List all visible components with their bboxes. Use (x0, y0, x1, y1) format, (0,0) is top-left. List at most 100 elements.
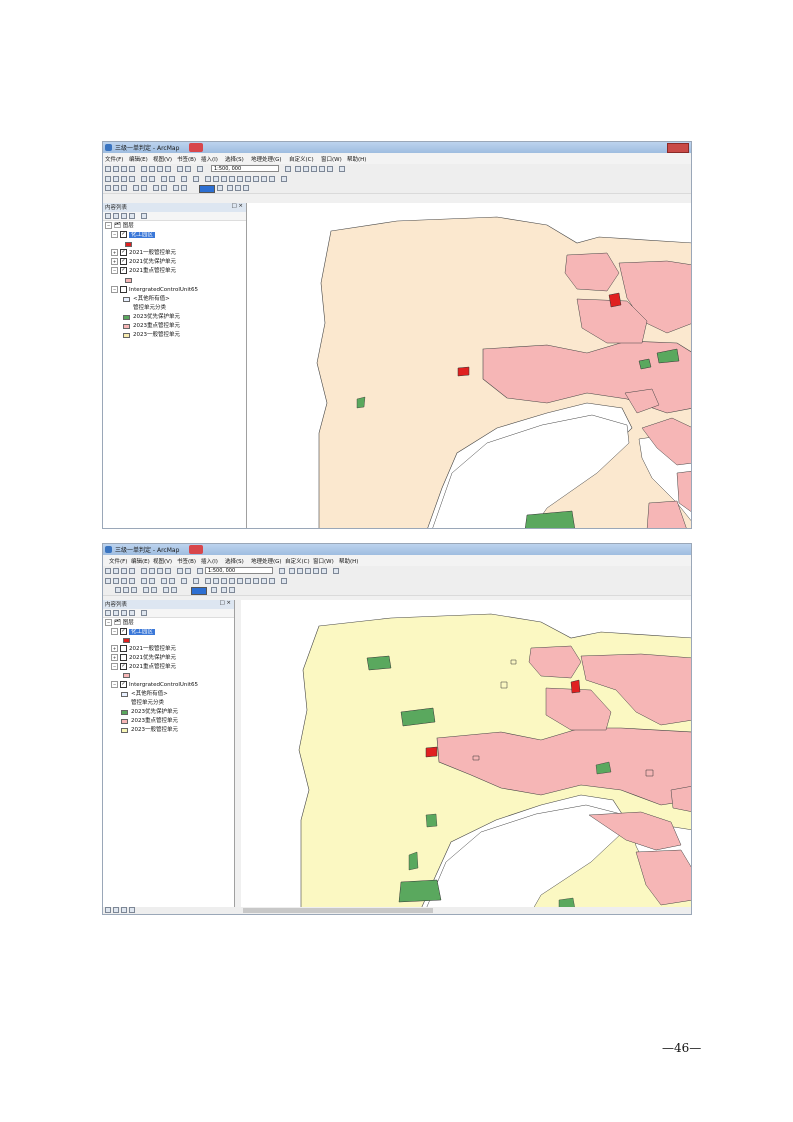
toc-icon[interactable] (295, 166, 301, 172)
delete-icon[interactable] (165, 568, 171, 574)
line-color-icon[interactable] (217, 185, 223, 191)
paste-icon[interactable] (157, 166, 163, 172)
arctoolbox-icon[interactable] (319, 166, 325, 172)
add-data-icon[interactable] (197, 166, 203, 172)
draw-icon[interactable] (115, 587, 121, 593)
fixed-zoom-out-icon[interactable] (149, 578, 155, 584)
catalog-icon[interactable] (297, 568, 303, 574)
menu-view[interactable]: 视图(V) (153, 557, 172, 565)
options-icon[interactable] (141, 213, 147, 219)
find-route-icon[interactable] (253, 176, 259, 182)
collapse-icon[interactable]: − (111, 663, 118, 670)
zoom-in-icon[interactable] (105, 578, 111, 584)
clear-selection-icon[interactable] (193, 176, 199, 182)
order-icon[interactable] (171, 587, 177, 593)
new-icon[interactable] (105, 166, 111, 172)
identify-icon[interactable] (213, 578, 219, 584)
open-icon[interactable] (113, 166, 119, 172)
menu-customize[interactable]: 自定义(C) (285, 557, 310, 565)
font-color-icon[interactable] (227, 185, 233, 191)
python-icon[interactable] (327, 166, 333, 172)
layer-checkbox[interactable] (120, 286, 127, 293)
find-route-icon[interactable] (253, 578, 259, 584)
menu-file[interactable]: 文件(F) (105, 155, 123, 163)
goto-xy-icon[interactable] (261, 176, 267, 182)
menu-geoprocessing[interactable]: 地理处理(G) (251, 557, 282, 565)
pause-icon[interactable] (129, 907, 135, 913)
full-extent-icon[interactable] (129, 578, 135, 584)
clear-selection-icon[interactable] (193, 578, 199, 584)
rotate-icon[interactable] (113, 185, 119, 191)
select-features-icon[interactable] (181, 176, 187, 182)
map-view[interactable] (241, 600, 691, 909)
layer-integrated-unit[interactable]: − ✓ IntergratedControlUnit65 (111, 681, 198, 689)
collapse-icon[interactable]: − (111, 286, 118, 293)
scale-input[interactable]: 1:500, 000 (211, 165, 279, 172)
viewer-icon[interactable] (281, 176, 287, 182)
fixed-zoom-out-icon[interactable] (149, 176, 155, 182)
list-by-drawing-order-icon[interactable] (105, 610, 111, 616)
layer-checkbox[interactable]: ✓ (120, 249, 127, 256)
catalog-icon[interactable] (303, 166, 309, 172)
menu-view[interactable]: 视图(V) (153, 155, 172, 163)
distribute-icon[interactable] (151, 587, 157, 593)
marker-icon[interactable] (229, 587, 235, 593)
menu-file[interactable]: 文件(F) (109, 557, 127, 565)
redo-icon[interactable] (185, 166, 191, 172)
collapse-icon[interactable]: − (111, 231, 118, 238)
select-elements-icon[interactable] (205, 578, 211, 584)
layer-key-2021[interactable]: − ✓ 2021重点管控单元 (111, 663, 176, 671)
full-extent-icon[interactable] (129, 176, 135, 182)
model-builder-icon[interactable] (333, 568, 339, 574)
html-popup-icon[interactable] (229, 176, 235, 182)
fixed-zoom-in-icon[interactable] (141, 176, 147, 182)
zoom-out-icon[interactable] (113, 578, 119, 584)
layer-general-2021[interactable]: + ✓ 2021一般管控单元 (111, 249, 176, 257)
layer-chem-park[interactable]: − ✓ 化工园区 (111, 628, 156, 636)
expand-icon[interactable]: + (111, 258, 118, 265)
undo-icon[interactable] (177, 568, 183, 574)
layer-integrated-unit[interactable]: − IntergratedControlUnit65 (111, 286, 198, 294)
menu-customize[interactable]: 自定义(C) (289, 155, 314, 163)
select-elements-icon[interactable] (205, 176, 211, 182)
close-icon[interactable]: □ × (231, 203, 243, 209)
open-icon[interactable] (113, 568, 119, 574)
align-icon[interactable] (143, 587, 149, 593)
copy-icon[interactable] (149, 568, 155, 574)
python-icon[interactable] (321, 568, 327, 574)
order-icon[interactable] (161, 185, 167, 191)
group-icon[interactable] (153, 185, 159, 191)
data-view-icon[interactable] (105, 907, 111, 913)
collapse-icon[interactable]: − (111, 267, 118, 274)
menu-help[interactable]: 帮助(H) (347, 155, 366, 163)
rotate-icon[interactable] (123, 587, 129, 593)
hyperlink-icon[interactable] (221, 176, 227, 182)
zoom-in-icon[interactable] (105, 176, 111, 182)
list-by-visibility-icon[interactable] (121, 213, 127, 219)
list-by-selection-icon[interactable] (129, 610, 135, 616)
menu-select[interactable]: 选择(S) (225, 557, 244, 565)
scale-input[interactable]: 1:500, 000 (205, 567, 273, 574)
pan-icon[interactable] (121, 578, 127, 584)
editor-icon[interactable] (279, 568, 285, 574)
options-icon[interactable] (141, 610, 147, 616)
layer-checkbox[interactable]: ✓ (120, 628, 127, 635)
menu-windows[interactable]: 窗口(W) (321, 155, 342, 163)
list-by-drawing-order-icon[interactable] (105, 213, 111, 219)
tab-icon[interactable] (189, 143, 203, 152)
font-color-icon[interactable] (221, 587, 227, 593)
refresh-icon[interactable] (121, 907, 127, 913)
time-slider-icon[interactable] (269, 176, 275, 182)
editor-icon[interactable] (285, 166, 291, 172)
time-slider-icon[interactable] (269, 578, 275, 584)
list-by-visibility-icon[interactable] (121, 610, 127, 616)
back-icon[interactable] (161, 578, 167, 584)
menu-bookmarks[interactable]: 书签(B) (177, 155, 196, 163)
arctoolbox-icon[interactable] (313, 568, 319, 574)
fill-color-dropdown[interactable] (191, 587, 207, 595)
layer-checkbox[interactable]: ✓ (120, 267, 127, 274)
list-by-selection-icon[interactable] (129, 213, 135, 219)
forward-icon[interactable] (169, 578, 175, 584)
layer-key-2021[interactable]: − ✓ 2021重点管控单元 (111, 267, 176, 275)
line-color-icon[interactable] (211, 587, 217, 593)
